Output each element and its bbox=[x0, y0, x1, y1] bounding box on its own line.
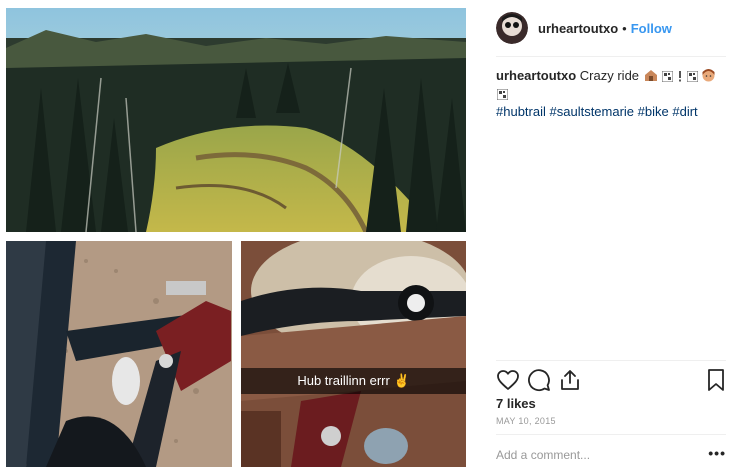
snap-caption-bar: Hub traillinn errr ✌ bbox=[241, 368, 466, 394]
bookmark-icon[interactable] bbox=[704, 368, 728, 392]
more-options-icon[interactable]: ••• bbox=[708, 445, 726, 461]
avatar[interactable] bbox=[496, 12, 528, 44]
post-date: MAY 10, 2015 bbox=[496, 416, 556, 426]
like-count[interactable]: 7 likes bbox=[496, 396, 536, 411]
header-username[interactable]: urheartoutxo bbox=[538, 21, 618, 36]
heart-icon[interactable] bbox=[496, 368, 520, 392]
victory-hand-emoji-icon: ✌ bbox=[393, 373, 410, 388]
house-emoji-icon bbox=[644, 69, 658, 86]
action-bar bbox=[496, 368, 728, 392]
qr-emoji-icon bbox=[496, 88, 509, 104]
follow-button[interactable]: Follow bbox=[631, 21, 672, 36]
hashtag-list: #hubtrail #saultstemarie #bike #dirt bbox=[496, 104, 728, 120]
forest-photo bbox=[6, 8, 466, 232]
bike-handlebar-photo bbox=[6, 241, 232, 467]
post-side-panel: urheartoutxo • Follow urheartoutxo Crazy… bbox=[482, 0, 740, 472]
girl-face-emoji-icon bbox=[702, 69, 715, 86]
post-caption: urheartoutxo Crazy ride #hubtrail #sault… bbox=[496, 68, 728, 120]
comment-icon[interactable] bbox=[527, 368, 551, 392]
header-divider bbox=[496, 56, 726, 57]
comment-input[interactable] bbox=[496, 448, 696, 462]
qr-emoji-icon bbox=[661, 70, 674, 86]
hashtag-link[interactable]: #bike bbox=[638, 104, 669, 119]
snap-bike-photo: Hub traillinn errr ✌ bbox=[241, 241, 466, 467]
hashtag-link[interactable]: #dirt bbox=[672, 104, 697, 119]
hashtag-link[interactable]: #hubtrail bbox=[496, 104, 546, 119]
qr-emoji-icon bbox=[686, 70, 699, 86]
comment-divider bbox=[496, 434, 726, 435]
comment-box: ••• bbox=[496, 444, 728, 466]
exclamation-emoji-icon bbox=[678, 70, 682, 86]
hashtag-link[interactable]: #saultstemarie bbox=[550, 104, 635, 119]
actions-divider bbox=[496, 360, 726, 361]
post-image-collage[interactable]: Hub traillinn errr ✌ bbox=[0, 0, 474, 472]
caption-text: Crazy ride bbox=[579, 68, 640, 83]
snap-caption-text: Hub traillinn errr bbox=[297, 373, 390, 388]
post-header: urheartoutxo • Follow bbox=[496, 8, 728, 48]
share-icon[interactable] bbox=[558, 368, 582, 392]
caption-username[interactable]: urheartoutxo bbox=[496, 68, 576, 83]
separator-dot: • bbox=[622, 20, 627, 36]
